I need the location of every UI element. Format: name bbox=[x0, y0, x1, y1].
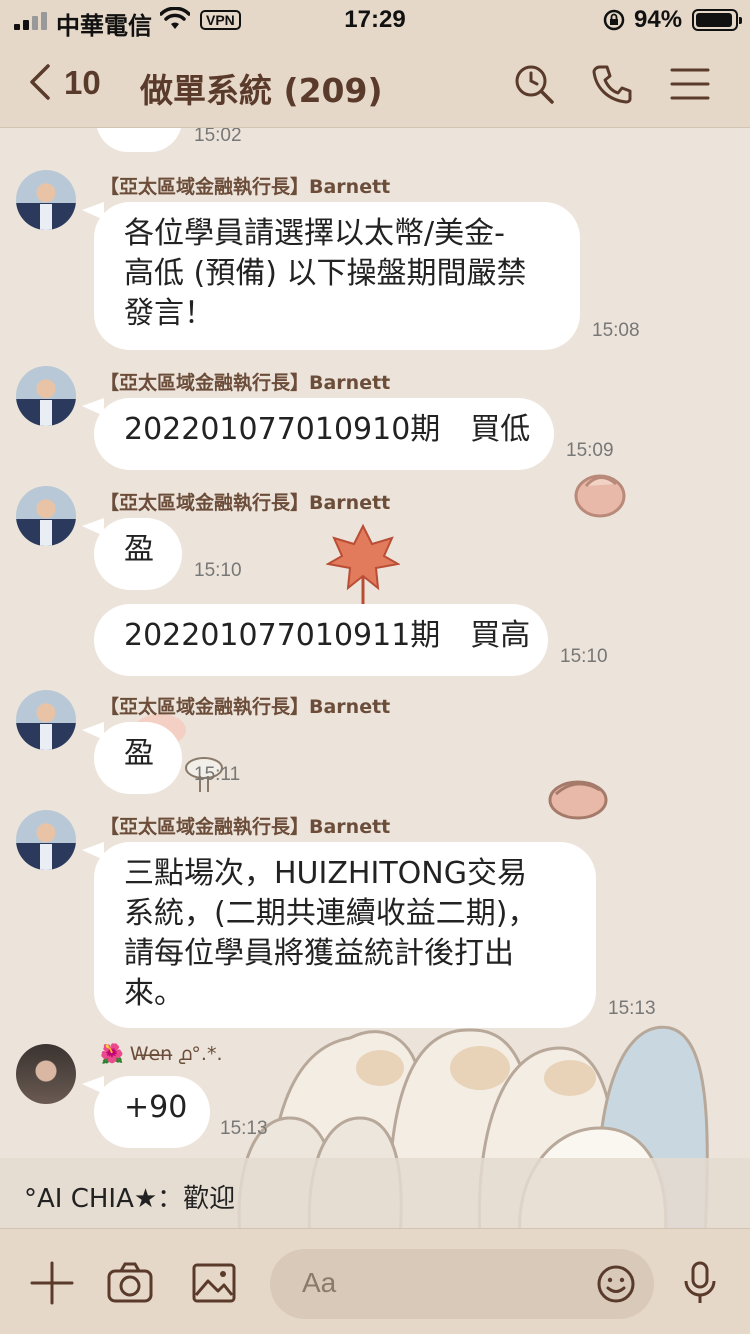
preview-text: °AI CHIA★：歡迎 bbox=[24, 1184, 236, 1214]
message-text-line: 三點場次，HUIZHITONG交易 bbox=[124, 856, 527, 891]
chat-header: 10 做單系統 (209) bbox=[0, 40, 750, 128]
chestnut-decoration-icon bbox=[574, 474, 626, 518]
message-time: 15:02 bbox=[194, 128, 242, 146]
message-bubble[interactable]: 202201077010911期 買高 bbox=[94, 604, 548, 676]
message-text-line: 盈 bbox=[124, 532, 154, 567]
message-text-line: 系統，(二期共連續收益二期)， bbox=[124, 896, 538, 931]
plus-icon[interactable] bbox=[28, 1259, 76, 1307]
avatar[interactable] bbox=[16, 170, 76, 230]
message-text-line: 202201077010910期 買低 bbox=[124, 412, 531, 447]
message-time: 15:13 bbox=[220, 1118, 268, 1139]
message-input-bar: Aa bbox=[0, 1228, 750, 1334]
message-list[interactable]: 15:02 【亞太區域金融執行長】Barnett 各位學員請選擇以太幣/美金- … bbox=[0, 128, 750, 1228]
message-time: 15:10 bbox=[194, 560, 242, 581]
avatar[interactable] bbox=[16, 366, 76, 426]
message-time: 15:08 bbox=[592, 320, 640, 341]
chestnut-decoration-icon bbox=[548, 780, 608, 820]
rotation-lock-icon bbox=[603, 9, 625, 31]
sender-name[interactable]: 【亞太區域金融執行長】Barnett bbox=[100, 368, 390, 395]
message-bubble[interactable]: 202201077010910期 買低 bbox=[94, 398, 554, 470]
microphone-icon[interactable] bbox=[676, 1259, 724, 1307]
status-bar: 中華電信 VPN 17:29 94% bbox=[0, 0, 750, 40]
maple-leaf-decoration-icon bbox=[326, 523, 400, 604]
search-icon[interactable] bbox=[512, 62, 556, 106]
emoji-icon[interactable] bbox=[596, 1264, 636, 1304]
message-text-line: 請每位學員將獲益統計後打出 bbox=[124, 936, 514, 971]
message-bubble[interactable] bbox=[96, 128, 182, 152]
image-icon[interactable] bbox=[190, 1259, 238, 1307]
message-input[interactable]: Aa bbox=[270, 1249, 654, 1319]
message-text-line: 202201077010911期 買高 bbox=[124, 618, 531, 653]
message-text-line: 來。 bbox=[124, 976, 184, 1011]
sender-name[interactable]: 🌺 W̶e̶n̶ ൧°.*. bbox=[100, 1042, 223, 1065]
message-time: 15:13 bbox=[608, 998, 656, 1019]
message-text-line: 盈 bbox=[124, 736, 154, 771]
sender-name[interactable]: 【亞太區域金融執行長】Barnett bbox=[100, 812, 390, 839]
message-bubble[interactable]: 各位學員請選擇以太幣/美金- 高低 (預備) 以下操盤期間嚴禁 發言！ bbox=[94, 202, 580, 350]
message-bubble[interactable]: +90 bbox=[94, 1076, 210, 1148]
menu-icon[interactable] bbox=[668, 62, 712, 106]
sender-name[interactable]: 【亞太區域金融執行長】Barnett bbox=[100, 488, 390, 515]
camera-icon[interactable] bbox=[106, 1259, 154, 1307]
message-bubble[interactable]: 盈 bbox=[94, 518, 182, 590]
avatar[interactable] bbox=[16, 486, 76, 546]
message-time: 15:09 bbox=[566, 440, 614, 461]
avatar[interactable] bbox=[16, 1044, 76, 1104]
message-text-line: 高低 (預備) 以下操盤期間嚴禁 bbox=[124, 256, 527, 291]
battery-percent: 94% bbox=[634, 6, 683, 33]
battery-icon bbox=[692, 9, 742, 31]
message-time: 15:10 bbox=[560, 646, 608, 667]
sender-name[interactable]: 【亞太區域金融執行長】Barnett bbox=[100, 692, 390, 719]
message-text-line: 各位學員請選擇以太幣/美金- bbox=[124, 216, 505, 251]
avatar[interactable] bbox=[16, 690, 76, 750]
message-time: 15:11 bbox=[194, 764, 241, 785]
message-text-line: +90 bbox=[124, 1090, 188, 1125]
sender-name[interactable]: 【亞太區域金融執行長】Barnett bbox=[100, 172, 390, 199]
back-chevron-icon[interactable] bbox=[26, 62, 56, 102]
message-bubble[interactable]: 三點場次，HUIZHITONG交易 系統，(二期共連續收益二期)， 請每位學員將… bbox=[94, 842, 596, 1028]
phone-icon[interactable] bbox=[590, 62, 634, 106]
avatar[interactable] bbox=[16, 810, 76, 870]
chat-title[interactable]: 做單系統 (209) bbox=[140, 64, 383, 112]
new-message-preview[interactable]: °AI CHIA★：歡迎 bbox=[0, 1158, 750, 1228]
message-bubble[interactable]: 盈 bbox=[94, 722, 182, 794]
input-placeholder: Aa bbox=[302, 1267, 337, 1298]
message-text-line: 發言！ bbox=[124, 296, 214, 331]
unread-count[interactable]: 10 bbox=[64, 64, 101, 102]
